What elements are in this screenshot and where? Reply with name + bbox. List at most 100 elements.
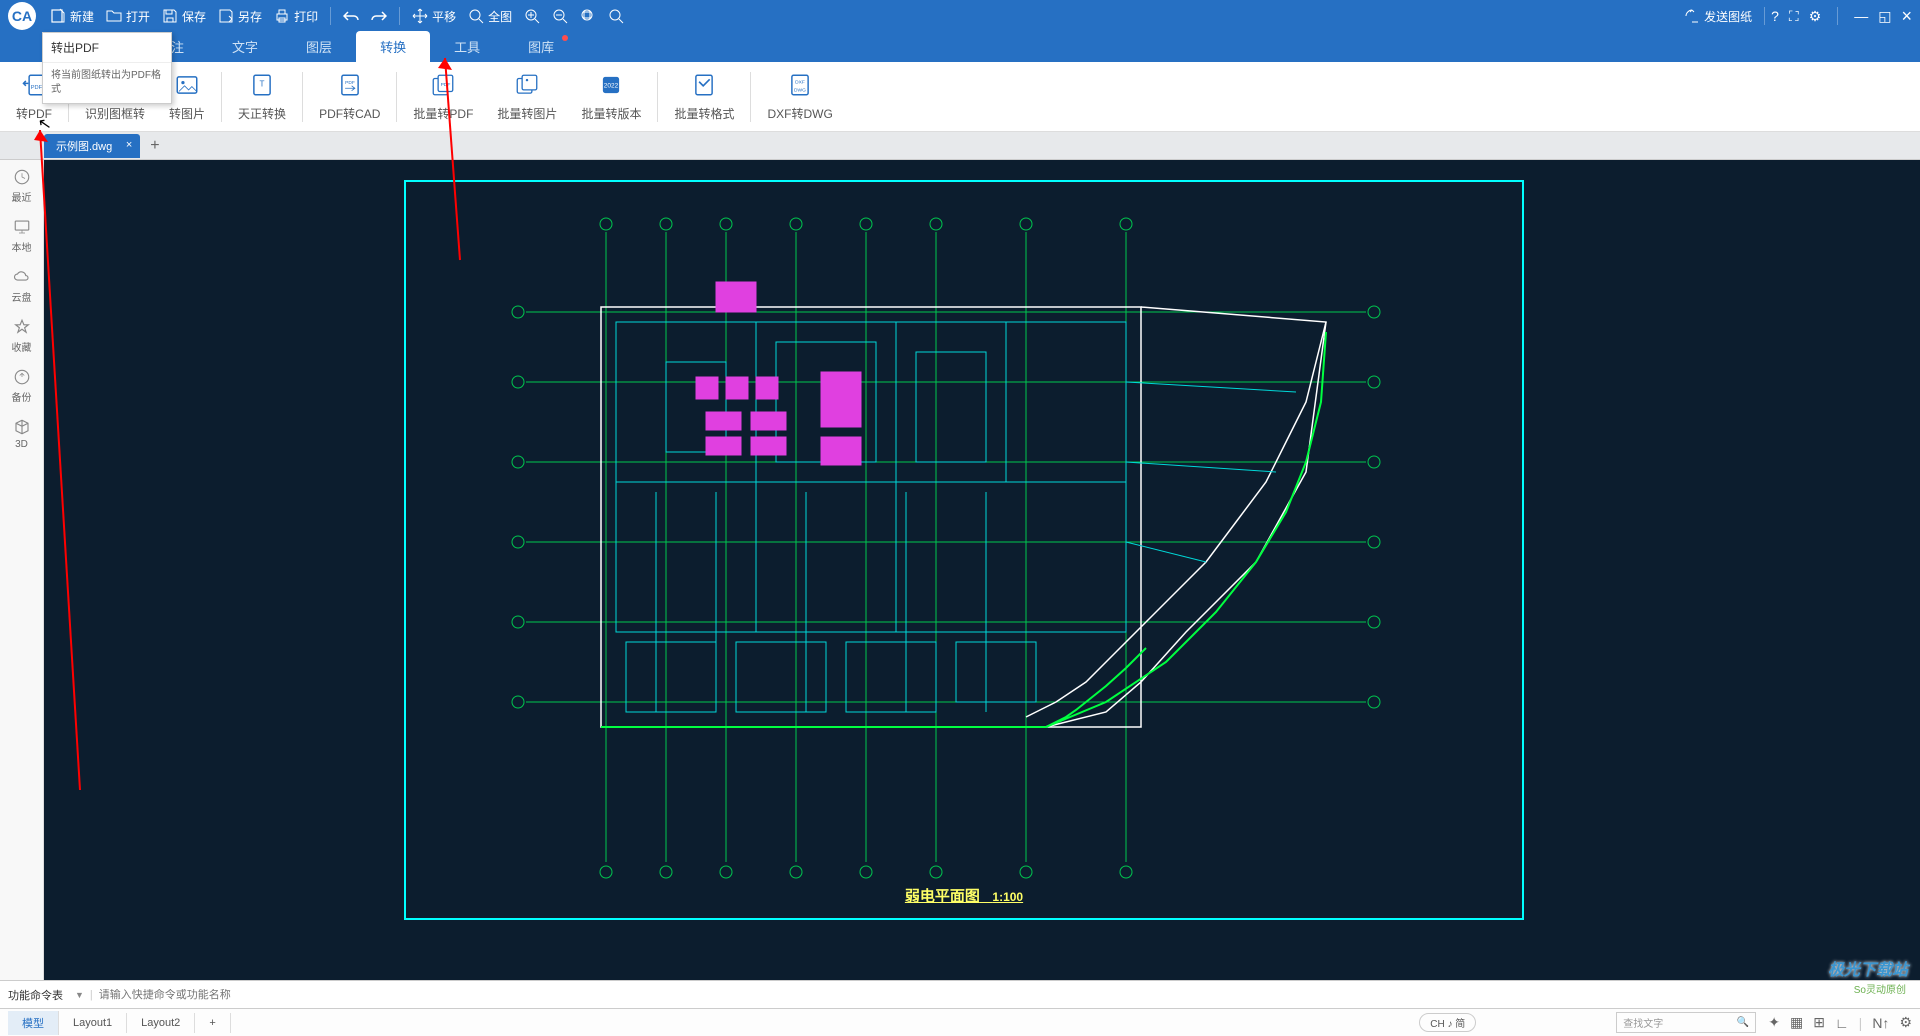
pdf-cad-icon: PDF xyxy=(336,71,364,99)
drawing-frame: 弱电平面图 1:100 xyxy=(404,180,1524,920)
snap-toggle[interactable]: ✦ xyxy=(1768,1014,1780,1031)
add-layout-button[interactable]: + xyxy=(195,1013,230,1033)
command-dropdown-icon[interactable]: ▼ xyxy=(75,990,84,1000)
save-icon xyxy=(162,8,178,24)
image-icon xyxy=(173,71,201,99)
print-icon xyxy=(274,8,290,24)
app-logo: CA xyxy=(8,2,36,30)
ribbon-batch-version[interactable]: 2022 批量转版本 xyxy=(569,62,653,131)
menu-library[interactable]: 图库 xyxy=(504,31,578,62)
menu-convert[interactable]: 转换 xyxy=(356,31,430,62)
new-button[interactable]: 新建 xyxy=(50,8,94,25)
open-button[interactable]: 打开 xyxy=(106,8,150,25)
compass-icon[interactable]: N↑ xyxy=(1872,1015,1889,1031)
canvas[interactable]: 弱电平面图 1:100 xyxy=(44,160,1920,980)
watermark-sub: So灵动原创 xyxy=(1854,981,1906,996)
close-button[interactable]: × xyxy=(1901,6,1912,27)
grid-toggle[interactable]: ▦ xyxy=(1790,1014,1803,1031)
left-3d[interactable]: 3D xyxy=(13,418,31,450)
settings-button[interactable]: ⚙ xyxy=(1809,8,1822,25)
search-text-box[interactable]: 查找文字 🔍 xyxy=(1616,1012,1756,1033)
full-button[interactable]: 全图 xyxy=(468,8,512,25)
menu-text[interactable]: 文字 xyxy=(208,31,282,62)
file-tab-bar: 示例图.dwg × + xyxy=(0,132,1920,160)
separator xyxy=(330,7,331,25)
monitor-icon xyxy=(13,218,31,236)
title-bar: CA 新建 打开 保存 另存 打印 平移 全图 发送图纸 ? ⛶ ⚙ xyxy=(0,0,1920,32)
zoom-in-button[interactable] xyxy=(524,8,540,24)
zoom-reset-icon xyxy=(608,8,624,24)
left-local[interactable]: 本地 xyxy=(12,218,32,254)
save-button[interactable]: 保存 xyxy=(162,8,206,25)
ribbon: PDF 转PDF 识别图框转 转图片 T 天正转换 PDF PDF转CAD PD… xyxy=(0,62,1920,132)
left-recent[interactable]: 最近 xyxy=(12,168,32,204)
ortho-toggle[interactable]: ∟ xyxy=(1835,1015,1849,1031)
zoom-out-button[interactable] xyxy=(552,8,568,24)
search-icon xyxy=(468,8,484,24)
pan-button[interactable]: 平移 xyxy=(412,8,456,25)
watermark: 极光下载站 xyxy=(1828,956,1908,980)
batch-image-icon xyxy=(513,71,541,99)
dxf-dwg-icon: DXFDWG xyxy=(786,71,814,99)
tooltip: 转出PDF 将当前图纸转出为PDF格式 xyxy=(42,32,172,104)
status-icons: ✦ ▦ ⊞ ∟ | N↑ ⚙ xyxy=(1768,1014,1912,1031)
cube-icon xyxy=(13,418,31,436)
fullscreen-button[interactable]: ⛶ xyxy=(1789,8,1799,25)
menu-layer[interactable]: 图层 xyxy=(282,31,356,62)
print-button[interactable]: 打印 xyxy=(274,8,318,25)
ribbon-batch-image[interactable]: 批量转图片 xyxy=(485,62,569,131)
saveas-icon xyxy=(218,8,234,24)
svg-text:PDF: PDF xyxy=(31,85,43,91)
ribbon-pdf-to-cad[interactable]: PDF PDF转CAD xyxy=(307,62,392,131)
annotation-arrow-1 xyxy=(30,120,110,800)
command-label: 功能命令表 xyxy=(8,987,63,1003)
badge-icon xyxy=(562,35,568,41)
layout-tab-model[interactable]: 模型 xyxy=(8,1011,59,1035)
svg-text:2022: 2022 xyxy=(604,82,619,89)
help-button[interactable]: ? xyxy=(1771,8,1779,24)
left-favorite[interactable]: 收藏 xyxy=(12,318,32,354)
separator xyxy=(221,72,222,122)
separator xyxy=(1837,7,1838,25)
left-cloud[interactable]: 云盘 xyxy=(12,268,32,304)
redo-button[interactable] xyxy=(371,8,387,24)
status-bar: 模型 Layout1 Layout2 + CH ♪ 简 查找文字 🔍 ✦ ▦ ⊞… xyxy=(0,1008,1920,1036)
left-backup[interactable]: 备份 xyxy=(12,368,32,404)
command-input[interactable] xyxy=(99,989,1912,1001)
undo-button[interactable] xyxy=(343,8,359,24)
main-area: 最近 本地 云盘 收藏 备份 3D xyxy=(0,160,1920,980)
zoom-in-icon xyxy=(524,8,540,24)
minimize-button[interactable]: — xyxy=(1854,8,1868,24)
folder-icon xyxy=(106,8,122,24)
settings-icon[interactable]: ⚙ xyxy=(1899,1014,1912,1031)
layout-tab-1[interactable]: Layout1 xyxy=(59,1013,127,1033)
separator xyxy=(396,72,397,122)
ime-indicator[interactable]: CH ♪ 简 xyxy=(1419,1013,1476,1032)
maximize-button[interactable]: ◱ xyxy=(1878,8,1891,25)
close-tab-icon[interactable]: × xyxy=(126,139,132,151)
ribbon-tianzheng[interactable]: T 天正转换 xyxy=(226,62,298,131)
new-icon xyxy=(50,8,66,24)
svg-text:DXF: DXF xyxy=(795,79,805,85)
saveas-button[interactable]: 另存 xyxy=(218,8,262,25)
grid2-toggle[interactable]: ⊞ xyxy=(1813,1014,1825,1031)
separator xyxy=(302,72,303,122)
add-tab-button[interactable]: + xyxy=(150,137,159,155)
send-drawing-button[interactable]: 发送图纸 xyxy=(1684,8,1752,25)
cad-drawing xyxy=(406,182,1522,918)
ribbon-batch-format[interactable]: 批量转格式 xyxy=(662,62,746,131)
tooltip-desc: 将当前图纸转出为PDF格式 xyxy=(43,63,171,103)
batch-format-icon xyxy=(690,71,718,99)
cloud-icon xyxy=(13,268,31,286)
svg-text:PDF: PDF xyxy=(345,80,355,86)
clock-icon xyxy=(13,168,31,186)
search-icon[interactable]: 🔍 xyxy=(1737,1017,1749,1028)
layout-tab-2[interactable]: Layout2 xyxy=(127,1013,195,1033)
separator xyxy=(1764,7,1765,25)
separator xyxy=(750,72,751,122)
undo-icon xyxy=(343,8,359,24)
command-bar: 功能命令表 ▼ | xyxy=(0,980,1920,1008)
ribbon-dxf-dwg[interactable]: DXFDWG DXF转DWG xyxy=(755,62,844,131)
zoom-reset-button[interactable] xyxy=(608,8,624,24)
zoom-window-button[interactable] xyxy=(580,8,596,24)
